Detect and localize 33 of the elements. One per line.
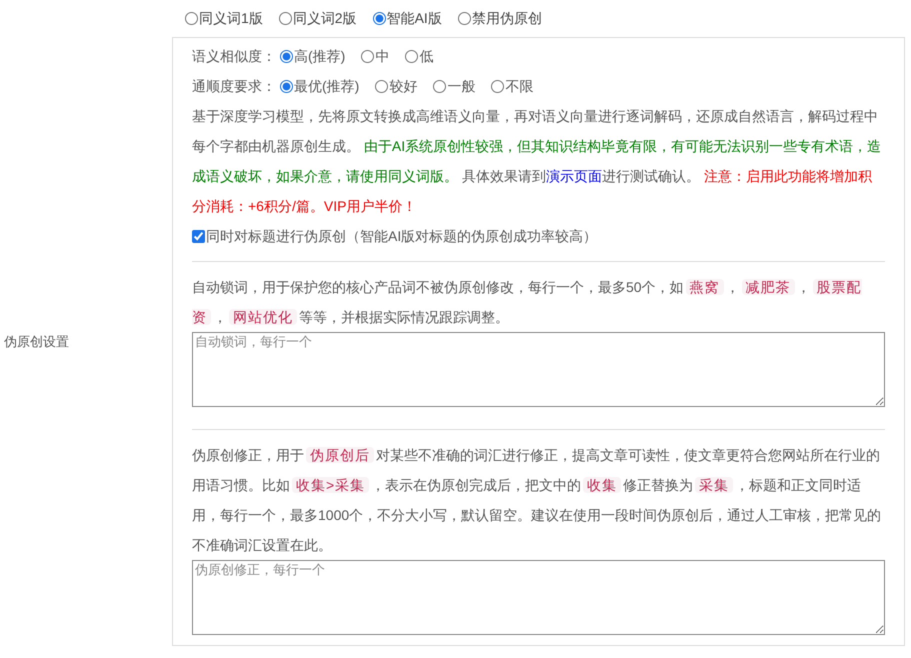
option-label: 高(推荐)	[294, 47, 346, 66]
option-label: 一般	[447, 77, 476, 96]
radio-button[interactable]	[278, 12, 292, 25]
radio-button[interactable]	[280, 50, 293, 62]
checkbox[interactable]	[192, 230, 205, 242]
option-label: 不限	[505, 77, 534, 96]
option-label: 同义词2版	[292, 9, 357, 28]
radio-button[interactable]	[361, 50, 374, 62]
radio-button[interactable]	[405, 50, 418, 62]
radio-button[interactable]	[433, 80, 446, 92]
radio-button[interactable]	[458, 12, 471, 25]
checkbox-label: 同时对标题进行伪原创（智能AI版对标题的伪原创成功率较高）	[206, 227, 598, 246]
setting-label: 伪原创设置	[4, 332, 69, 351]
radio-button[interactable]	[372, 12, 386, 25]
similarity-label: 语义相似度：	[192, 47, 276, 66]
fluency-label: 通顺度要求：	[192, 77, 276, 96]
option-label: 禁用伪原创	[472, 9, 542, 28]
correction-description: 伪原创修正，用于 伪原创后 对某些不准确的词汇进行修正，提高文章可读性，使文章更符合您网站所在行业的用语习惯。比如 收集>采集 ，表示在伪原创完成后，把文中的 收集 修正替换为 采集 ，标题和正文同时适用，每行一个，最多1000个，不分大小写，默认留空。建议在使用一段时间伪原创后，通过人工审核，把常见的不准确词汇设置在此。	[192, 446, 882, 555]
option-label: 中	[375, 47, 390, 66]
option-label: 智能AI版	[386, 9, 442, 28]
radio-button[interactable]	[185, 12, 198, 25]
radio-button[interactable]	[491, 80, 504, 92]
option-label: 较好	[389, 77, 418, 96]
lock-words-field[interactable]: 自动锁词，每行一个	[192, 332, 885, 407]
radio-button[interactable]	[280, 80, 293, 92]
lock-words-description: 自动锁词，用于保护您的核心产品词不被伪原创修改，每行一个，最多50个，如 燕窝 ， 减肥茶 ， 股票配资 ， 网站优化 等等，并根据实际情况跟踪调整。	[192, 278, 863, 327]
demo-link[interactable]: 演示页面	[546, 168, 602, 184]
option-label: 同义词1版	[199, 9, 263, 28]
option-label: 最优(推荐)	[294, 77, 360, 96]
ai-description: 基于深度学习模型，先将原文转换成高维语义向量，再对语义向量进行逐词解码，还原成自然语言，解码过程中每个字都由机器原创生成。 由于AI系统原创性较强，但其知识结构毕竟有限，有可能无法识别一些专有术语，造成语义破坏，如果介意，请使用同义词版。 具体效果请到演示页面进行测试确认。 注意：启用此功能将增加积分消耗：+6积分/篇。VIP用户半价！	[192, 107, 882, 216]
option-label: 低	[419, 47, 434, 66]
radio-button[interactable]	[375, 80, 388, 92]
correction-field[interactable]: 伪原创修正，每行一个	[192, 560, 885, 635]
